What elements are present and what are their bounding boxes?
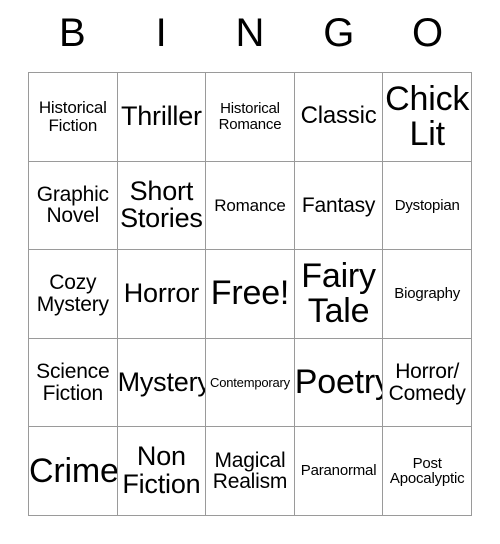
bingo-cell[interactable]: Horror (117, 250, 207, 339)
bingo-grid: Historical Fiction Thriller Historical Rom… (28, 72, 472, 516)
bingo-cell-label: Graphic Novel (36, 182, 109, 228)
bingo-cell[interactable]: Crime (29, 427, 118, 516)
bingo-cell[interactable]: Science Fiction (29, 338, 118, 428)
bingo-header-letter-b: B (59, 11, 86, 55)
bingo-row: Cozy Mystery Horror Free! Fairy Tale Biograp… (29, 250, 472, 339)
bingo-cell[interactable]: Poetry (294, 338, 384, 428)
bingo-row: Graphic Novel Short Stories Romance Fantasy… (29, 161, 472, 251)
bingo-cell[interactable]: Classic (294, 73, 384, 162)
bingo-header-letter-n: N (235, 11, 265, 55)
bingo-cell-label: Historical Romance (218, 100, 282, 133)
bingo-cell-label: Thriller (120, 100, 202, 131)
bingo-cell[interactable]: Fairy Tale (294, 250, 384, 339)
bingo-cell-label: Crime (29, 451, 118, 490)
bingo-cell[interactable]: Paranormal (294, 427, 384, 516)
bingo-cell[interactable]: Historical Romance (206, 73, 295, 162)
bingo-cell[interactable]: Thriller (117, 73, 207, 162)
bingo-cell[interactable]: Fantasy (294, 161, 384, 251)
bingo-cell-label: Short Stories (120, 175, 203, 234)
bingo-cell-label: Magical Realism (212, 448, 288, 494)
bingo-cell-label: Dystopian (394, 196, 460, 214)
bingo-cell-label: Free! (210, 274, 290, 313)
bingo-cell-label: Chick Lit (385, 79, 470, 153)
bingo-cell[interactable]: Horror/ Comedy (383, 338, 472, 428)
bingo-cell[interactable]: Short Stories (117, 161, 207, 251)
bingo-cell-label: Romance (214, 195, 286, 215)
bingo-cell-label: Science Fiction (36, 359, 110, 405)
bingo-header-letter-o: O (412, 11, 444, 55)
bingo-cell-label: Fantasy (301, 193, 376, 217)
bingo-cell[interactable]: Chick Lit (383, 73, 472, 162)
bingo-cell-label: Horror (123, 278, 200, 309)
bingo-cell-label: Poetry (294, 363, 384, 402)
bingo-cell[interactable]: Dystopian (383, 161, 472, 251)
bingo-cell-label: Historical Fiction (38, 98, 107, 135)
bingo-header-row: B I N G O (28, 0, 472, 72)
bingo-header-letter-i: I (155, 11, 167, 55)
bingo-cell[interactable]: Historical Fiction (29, 73, 118, 162)
bingo-header-letter-g: G (323, 11, 355, 55)
bingo-cell[interactable]: Magical Realism (206, 427, 295, 516)
bingo-cell[interactable]: Cozy Mystery (29, 250, 118, 339)
bingo-cell-label: Cozy Mystery (36, 271, 109, 316)
bingo-row: Historical Fiction Thriller Historical Rom… (29, 73, 472, 162)
bingo-card: B I N G O Historical Fiction Thriller Hist… (28, 0, 472, 516)
bingo-cell[interactable]: Graphic Novel (29, 161, 118, 251)
bingo-cell[interactable]: Non Fiction (117, 427, 207, 516)
bingo-cell-label: Fairy Tale (301, 256, 376, 330)
bingo-cell[interactable]: Free! (206, 250, 295, 339)
bingo-cell-label: Classic (300, 102, 377, 130)
bingo-cell[interactable]: Biography (383, 250, 472, 339)
bingo-cell[interactable]: Contemporary (206, 338, 295, 428)
bingo-cell-label: Horror/ Comedy (388, 359, 466, 405)
bingo-cell-label: Paranormal (300, 462, 377, 480)
bingo-cell-label: Post Apocalyptic (389, 454, 465, 488)
bingo-cell-label: Mystery (117, 366, 207, 397)
bingo-cell[interactable]: Post Apocalyptic (383, 427, 472, 516)
bingo-cell-label: Contemporary (210, 374, 290, 390)
bingo-cell-label: Non Fiction (122, 441, 201, 500)
bingo-row: Crime Non Fiction Magical Realism Paranorma… (29, 427, 472, 516)
bingo-cell[interactable]: Mystery (117, 338, 207, 428)
bingo-row: Science Fiction Mystery Contemporary Poetry… (29, 338, 472, 428)
bingo-cell[interactable]: Romance (206, 161, 295, 251)
bingo-cell-label: Biography (394, 285, 461, 303)
